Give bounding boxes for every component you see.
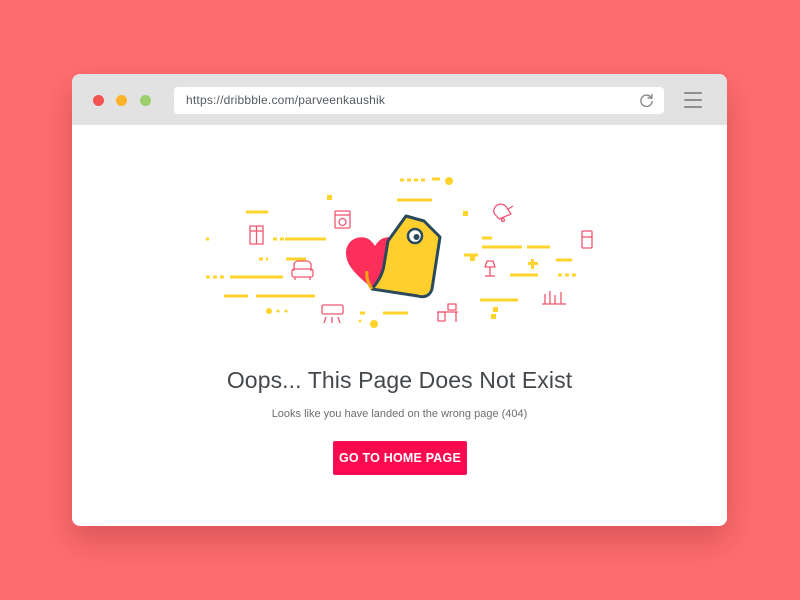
wardrobe-icon [249, 225, 264, 245]
armchair-icon [291, 260, 314, 280]
fridge-icon [581, 230, 593, 249]
browser-toolbar: https://dribbble.com/parveenkaushik [72, 74, 727, 125]
desk-icon [437, 303, 458, 322]
go-to-home-page-button[interactable]: GO TO HOME PAGE [333, 441, 467, 475]
air-conditioner-icon [321, 304, 344, 324]
lamp-icon [484, 260, 496, 277]
address-bar[interactable]: https://dribbble.com/parveenkaushik [174, 87, 664, 114]
hamburger-menu-icon[interactable] [684, 92, 702, 108]
url-text[interactable]: https://dribbble.com/parveenkaushik [186, 93, 385, 107]
page-subtitle: Looks like you have landed on the wrong … [271, 408, 528, 420]
page-title: Oops... This Page Does Not Exist [226, 367, 573, 393]
shelf-icon [542, 291, 566, 305]
bell-icon [493, 203, 514, 223]
washing-machine-icon [334, 210, 351, 229]
reload-icon[interactable] [638, 92, 655, 109]
minimize-window-button[interactable] [116, 95, 127, 106]
maximize-window-button[interactable] [140, 95, 151, 106]
browser-window: https://dribbble.com/parveenkaushik Oops… [72, 74, 727, 526]
error-illustration [206, 177, 593, 328]
close-window-button[interactable] [93, 95, 104, 106]
